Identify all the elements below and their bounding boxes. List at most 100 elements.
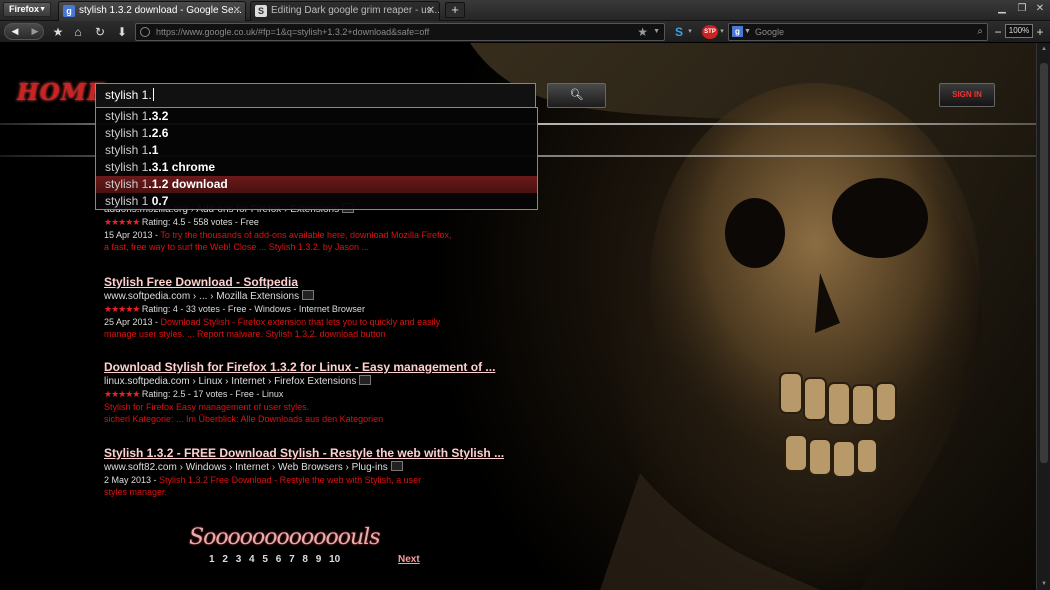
minimize-icon[interactable]: ▁ [993, 2, 1011, 16]
suggestion-completion: .3.1 chrome [148, 160, 216, 174]
result-url[interactable]: www.softpedia.com › ... › Mozilla Extens… [104, 290, 504, 303]
rating-stars-icon: ★★★★★ [104, 217, 140, 227]
page-link[interactable]: 5 [262, 554, 268, 565]
suggestion-item-selected[interactable]: stylish 1.1.2 download [96, 176, 537, 193]
zoom-level[interactable]: 100% [1005, 24, 1033, 38]
page-link[interactable]: 2 [222, 554, 228, 565]
window-close-icon[interactable]: ✕ [1031, 2, 1049, 16]
zoom-in-icon[interactable]: + [1034, 24, 1046, 40]
result-url-text: linux.softpedia.com › Linux › Internet ›… [104, 376, 357, 387]
google-engine-icon: g [732, 26, 743, 37]
result-url-text: www.softpedia.com › ... › Mozilla Extens… [104, 291, 300, 302]
snippet-line: a fast, free way to surf the Web! Close … [104, 242, 369, 252]
rating-stars-icon: ★★★★★ [104, 389, 140, 399]
chevron-down-icon: ▼ [39, 6, 46, 13]
download-arrow-icon[interactable]: ⬇ [114, 24, 130, 40]
cache-dropdown-icon[interactable] [359, 375, 372, 385]
stop-addon-icon[interactable]: STP [702, 25, 718, 39]
scroll-up-icon[interactable]: ▲ [1039, 46, 1049, 52]
page-link[interactable]: 8 [302, 554, 308, 565]
cache-dropdown-icon[interactable] [301, 290, 314, 300]
result-title-link[interactable]: Stylish Free Download - Softpedia [104, 275, 504, 290]
url-dropdown-icon[interactable]: ▼ [653, 24, 660, 40]
next-page-link[interactable]: Next [398, 554, 420, 565]
result-rating: ★★★★★ Rating: 2.5 - 17 votes - Free - Li… [104, 388, 504, 401]
page-link[interactable]: 9 [316, 554, 322, 565]
search-input[interactable]: stylish 1. [95, 83, 536, 108]
result-url[interactable]: www.soft82.com › Windows › Internet › We… [104, 461, 504, 474]
suggestion-prefix: stylish 1 [105, 109, 149, 123]
search-icon[interactable]: ⌕ [977, 24, 983, 40]
close-tab-icon[interactable]: ✕ [427, 2, 435, 20]
pagination: 1 2 3 4 5 6 7 8 9 10 [209, 554, 345, 565]
suggestion-item[interactable]: stylish 1.3.1 chrome [96, 159, 537, 176]
result-snippet: 2 May 2013 - Stylish 1.3.2 Free Download… [104, 474, 504, 498]
suggestion-prefix: stylish 1 [105, 126, 149, 140]
sign-in-button[interactable]: SIGN IN [939, 83, 995, 107]
suggestion-item[interactable]: stylish 1.2.6 [96, 125, 537, 142]
result-item: Stylish Free Download - Softpedia www.so… [104, 275, 504, 340]
search-placeholder: Google [755, 27, 785, 37]
result-title-link[interactable]: Stylish 1.3.2 - FREE Download Stylish - … [104, 446, 504, 461]
cache-dropdown-icon[interactable] [390, 461, 403, 471]
vertical-scrollbar[interactable]: ▲ ▼ [1036, 43, 1050, 590]
suggestion-completion: .1 [148, 143, 159, 157]
zoom-out-icon[interactable]: − [992, 24, 1004, 40]
home-logo[interactable]: HOME [17, 79, 106, 106]
scroll-down-icon[interactable]: ▼ [1039, 581, 1049, 587]
rating-text: Rating: 2.5 - 17 votes - Free - Linux [141, 389, 284, 399]
tab-google-search[interactable]: g stylish 1.3.2 download - Google Se... … [58, 1, 246, 21]
suggestion-item[interactable]: stylish 1.1 [96, 142, 537, 159]
search-query-text: stylish 1. [105, 88, 152, 102]
scrollbar-thumb[interactable] [1040, 63, 1048, 463]
site-favicon-icon: S [255, 5, 267, 17]
back-arrow-icon[interactable]: ◀ [5, 24, 25, 39]
result-url[interactable]: linux.softpedia.com › Linux › Internet ›… [104, 375, 504, 388]
bookmark-star-icon[interactable]: ★ [637, 24, 648, 40]
snippet-line: Download Stylish - Firefox extension tha… [160, 317, 441, 327]
result-snippet: 15 Apr 2013 - To try the thousands of ad… [104, 229, 504, 253]
result-item: Download Stylish for Firefox 1.3.2 for L… [104, 360, 504, 425]
back-forward-group: ◀ ▶ [4, 23, 44, 40]
snippet-line: manage user styles. ... Report malware. … [104, 329, 386, 339]
tab-editing-style[interactable]: S Editing Dark google grim reaper - us..… [250, 1, 440, 21]
rating-text: Rating: 4 - 33 votes - Free - Windows - … [141, 304, 365, 314]
bookmarks-star-icon[interactable]: ★ [50, 24, 66, 40]
home-icon[interactable]: ⌂ [70, 24, 86, 40]
browser-search-input[interactable]: g ▼ Google ⌕ [728, 23, 988, 41]
search-button[interactable]: 🔍︎ [547, 83, 606, 108]
skype-dropdown-icon[interactable]: ▾ [686, 24, 694, 40]
page-link[interactable]: 3 [236, 554, 242, 565]
new-tab-button[interactable]: + [445, 2, 465, 18]
result-item: addons.mozilla.org › Add-ons for Firefox… [104, 203, 504, 253]
result-rating: ★★★★★ Rating: 4.5 - 558 votes - Free [104, 216, 504, 229]
page-link[interactable]: 1 [209, 554, 215, 565]
suggestion-item[interactable]: stylish 1.3.2 [96, 108, 537, 125]
page-link[interactable]: 6 [276, 554, 282, 565]
suggestion-prefix: stylish 1 [105, 177, 149, 191]
tab-title: Editing Dark google grim reaper - us... [271, 5, 440, 16]
globe-icon [140, 27, 150, 37]
firefox-menu-button[interactable]: Firefox ▼ [3, 2, 51, 17]
url-bar[interactable]: https://www.google.co.uk/#fp=1&q=stylish… [135, 23, 665, 41]
forward-arrow-icon[interactable]: ▶ [25, 24, 45, 39]
engine-dropdown-icon[interactable]: ▼ [744, 24, 751, 40]
page-link[interactable]: 10 [329, 554, 340, 565]
page-link[interactable]: 7 [289, 554, 295, 565]
result-rating: ★★★★★ Rating: 4 - 33 votes - Free - Wind… [104, 303, 504, 316]
result-title-link[interactable]: Download Stylish for Firefox 1.3.2 for L… [104, 360, 504, 375]
skype-icon[interactable]: S [672, 24, 686, 40]
suggestion-item[interactable]: stylish 1 0.7 [96, 193, 537, 210]
maximize-icon[interactable]: ❐ [1013, 2, 1031, 16]
suggestion-completion: 0.7 [148, 194, 169, 208]
page-content: HOME stylish 1. 🔍︎ SIGN IN addons.mozill… [0, 43, 1036, 590]
close-tab-icon[interactable]: ✕ [233, 2, 241, 20]
addon-dropdown-icon[interactable]: ▾ [718, 24, 726, 40]
snippet-line: To try the thousands of add-ons availabl… [160, 230, 452, 240]
firefox-menu-label: Firefox [9, 4, 40, 14]
suggestion-completion: .2.6 [148, 126, 169, 140]
navigation-toolbar: ◀ ▶ ★ ⌂ ↻ ⬇ https://www.google.co.uk/#fp… [0, 21, 1050, 43]
page-link[interactable]: 4 [249, 554, 255, 565]
reload-icon[interactable]: ↻ [92, 24, 108, 40]
browser-window: Firefox ▼ g stylish 1.3.2 download - Goog… [0, 0, 1050, 590]
